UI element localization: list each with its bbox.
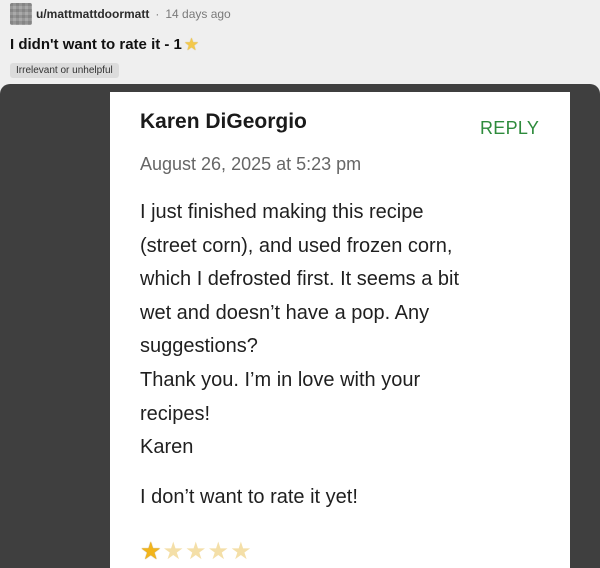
username-link[interactable]: u/mattmattdoormatt [36,7,149,21]
star-icon: ★ [183,35,200,54]
comment-line: Karen [140,436,194,459]
avatar[interactable] [10,3,32,25]
star-empty-icon[interactable]: ★ [163,540,185,564]
comment-line: suggestions? [140,335,258,358]
star-rating: ★ ★ ★ ★ ★ [140,540,253,564]
comment-line: which I defrosted first. It seems a bit [140,268,460,291]
post-flair[interactable]: Irrelevant or unhelpful [10,63,119,78]
comment-note: I don’t want to rate it yet! [140,486,358,508]
post-image[interactable]: Karen DiGeorgio REPLY August 26, 2025 at… [0,84,600,568]
post-time: 14 days ago [165,7,231,21]
comment-body: I just finished making this recipe (stre… [140,196,540,465]
star-empty-icon[interactable]: ★ [230,540,252,564]
separator: · [155,7,160,21]
post-title-text: I didn't want to rate it - 1 [10,36,182,53]
comment-line: wet and doesn’t have a pop. Any [140,301,430,324]
comment-author: Karen DiGeorgio [140,110,307,133]
comment-line: I just finished making this recipe [140,201,424,223]
post-title[interactable]: I didn't want to rate it - 1 ★ [10,36,199,53]
reply-button[interactable]: REPLY [480,118,539,139]
comment-card: Karen DiGeorgio REPLY August 26, 2025 at… [110,92,570,568]
post-header: u/mattmattdoormatt · 14 days ago [10,3,231,25]
comment-date: August 26, 2025 at 5:23 pm [140,154,362,174]
comment-line: (street corn), and used frozen corn, [140,234,453,257]
star-empty-icon[interactable]: ★ [185,540,207,564]
comment-line: Thank you. I’m in love with your [140,368,421,391]
comment-line: recipes! [140,402,211,425]
star-empty-icon[interactable]: ★ [208,540,230,564]
star-filled-icon[interactable]: ★ [140,540,162,564]
